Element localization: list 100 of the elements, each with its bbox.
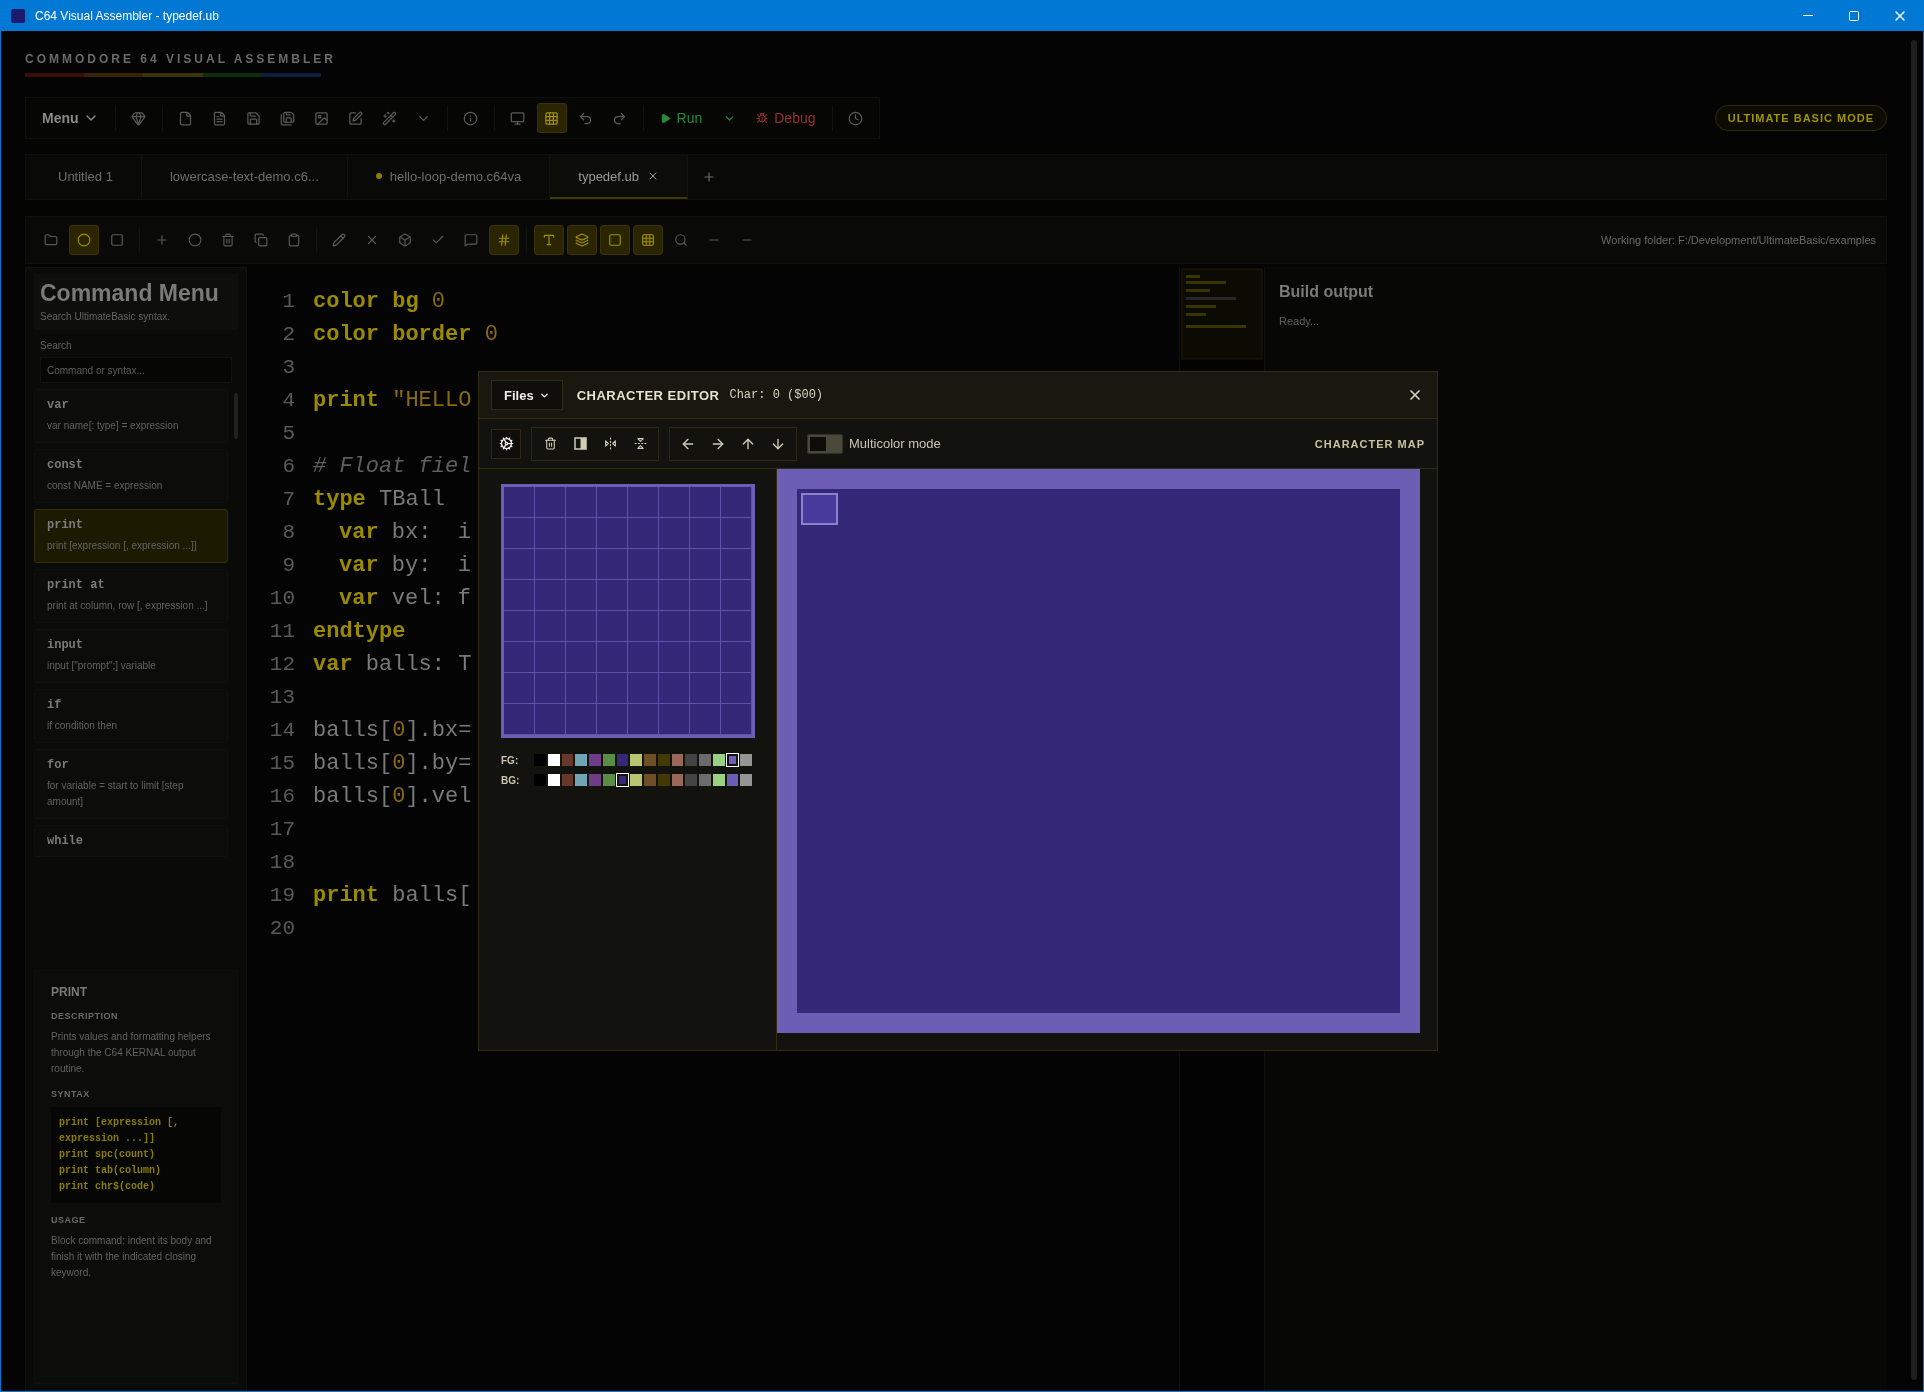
file-tab[interactable]: Untitled 1 <box>30 155 142 199</box>
command-item[interactable]: input input ["prompt";] variable <box>34 629 228 683</box>
menu-button[interactable]: Menu <box>34 106 107 130</box>
line-number: 16 <box>269 784 295 810</box>
line-number: 3 <box>282 355 295 381</box>
color-swatch[interactable] <box>575 774 588 786</box>
search-label: Search <box>39 339 73 351</box>
color-swatch[interactable] <box>712 774 725 786</box>
search-field[interactable]: Command or syntax... <box>40 357 232 383</box>
command-item[interactable]: print at print at column, row [, expression ...] <box>34 569 228 623</box>
command-item[interactable]: var var name[: type] = expression <box>34 389 228 443</box>
command-syntax: if condition then <box>47 719 119 733</box>
play-icon <box>659 112 671 124</box>
syntax-line: print tab(column) <box>59 1164 162 1178</box>
working-folder-text: Working folder: F:/Development/UltimateBasic/examples <box>1601 234 1876 246</box>
color-swatch[interactable] <box>589 774 601 786</box>
color-swatch[interactable] <box>630 754 643 766</box>
file-tab[interactable]: typedef.ub <box>550 155 688 199</box>
color-swatch[interactable] <box>589 754 601 766</box>
toolbar-button[interactable] <box>600 225 630 255</box>
trash-icon <box>221 233 235 247</box>
toolbar-button[interactable] <box>536 103 567 133</box>
logo-text: COMMODORE 64 VISUAL ASSEMBLER <box>25 51 337 67</box>
close-icon <box>647 170 659 182</box>
color-swatch[interactable] <box>602 754 615 766</box>
color-swatch[interactable] <box>547 774 560 786</box>
syntax-line: print chr$(code) <box>59 1180 155 1194</box>
run-button[interactable]: Run <box>651 106 711 130</box>
description-text: Prints values and formatting helpers through the C64 KERNAL output routine. <box>51 1030 212 1076</box>
settings-icon <box>498 436 514 451</box>
toolbar-button[interactable] <box>633 225 663 255</box>
color-swatch[interactable] <box>699 754 711 766</box>
search-icon <box>674 233 688 247</box>
file-tab[interactable]: lowercase-text-demo.c6... <box>141 155 348 199</box>
color-swatch[interactable] <box>616 754 629 766</box>
character-map-canvas[interactable] <box>777 469 1420 1033</box>
color-swatch[interactable] <box>644 754 656 766</box>
line-number: 4 <box>282 388 295 414</box>
line-number: 20 <box>269 916 295 942</box>
command-item[interactable]: if if condition then <box>34 689 228 743</box>
color-swatch[interactable] <box>685 754 698 766</box>
color-swatch[interactable] <box>575 754 588 766</box>
code-line: var balls: T <box>313 651 472 679</box>
debug-button[interactable]: Debug <box>748 106 824 130</box>
command-item[interactable]: for for variable = start to limit [step amount] <box>34 749 228 819</box>
color-swatch[interactable] <box>726 774 739 786</box>
code-line: var by: i <box>339 552 472 580</box>
color-swatch[interactable] <box>616 774 629 786</box>
color-swatch[interactable] <box>740 754 753 766</box>
code-line: print balls[ <box>313 882 472 910</box>
line-number: 9 <box>282 553 295 579</box>
image-icon <box>314 110 330 126</box>
code-line: balls[0].by= <box>313 750 472 778</box>
command-item[interactable]: while <box>34 825 228 857</box>
color-swatch[interactable] <box>547 754 560 766</box>
selected-character-cell[interactable] <box>801 493 838 525</box>
maximize-icon <box>1848 9 1860 22</box>
color-swatch[interactable] <box>740 774 753 786</box>
color-swatch[interactable] <box>726 754 739 766</box>
usage-text: Block command: indent its body and finish it with the indicated closing keyword. <box>51 1234 213 1280</box>
settings-button[interactable] <box>491 428 521 459</box>
undo-icon <box>578 110 594 126</box>
details-title: PRINT <box>51 985 88 999</box>
color-swatch[interactable] <box>602 774 615 786</box>
color-swatch[interactable] <box>561 754 574 766</box>
color-swatch[interactable] <box>657 774 670 786</box>
multicolor-toggle[interactable] <box>807 433 843 454</box>
command-syntax: print [expression [, expression ...]] <box>47 539 198 553</box>
files-button[interactable]: Files <box>491 380 563 410</box>
line-number: 13 <box>269 685 295 711</box>
line-number: 5 <box>282 421 295 447</box>
toolbar-button[interactable] <box>567 225 597 255</box>
panel-title: Build output <box>1279 283 1374 301</box>
line-number: 8 <box>282 520 295 546</box>
color-swatch[interactable] <box>671 774 684 786</box>
hash-icon <box>497 233 511 247</box>
code-line: # Float fiel <box>313 453 472 481</box>
command-item[interactable]: const const NAME = expression <box>34 449 228 503</box>
circle-icon <box>188 233 202 247</box>
command-item[interactable]: print print [expression [, expression ...]] <box>34 509 228 563</box>
toolbar-button[interactable] <box>534 225 564 255</box>
pixel-grid[interactable] <box>501 484 755 738</box>
code-line: var bx: i <box>339 519 472 547</box>
line-number: 1 <box>282 289 295 315</box>
copy-icon <box>254 233 268 247</box>
command-syntax: input ["prompt";] variable <box>47 659 157 673</box>
window-scrollbar[interactable] <box>1911 40 1917 1380</box>
color-swatch[interactable] <box>630 774 643 786</box>
command-syntax: var name[: type] = expression <box>47 419 180 433</box>
color-swatch[interactable] <box>561 774 574 786</box>
save-icon <box>246 110 262 126</box>
color-swatch[interactable] <box>671 754 684 766</box>
color-swatch[interactable] <box>699 774 711 786</box>
color-swatch[interactable] <box>712 754 725 766</box>
plus-icon <box>702 170 716 184</box>
color-swatch[interactable] <box>644 774 656 786</box>
color-swatch[interactable] <box>657 754 670 766</box>
color-swatch[interactable] <box>685 774 698 786</box>
toolbar-button[interactable] <box>69 225 99 255</box>
toolbar-button[interactable] <box>489 225 519 255</box>
